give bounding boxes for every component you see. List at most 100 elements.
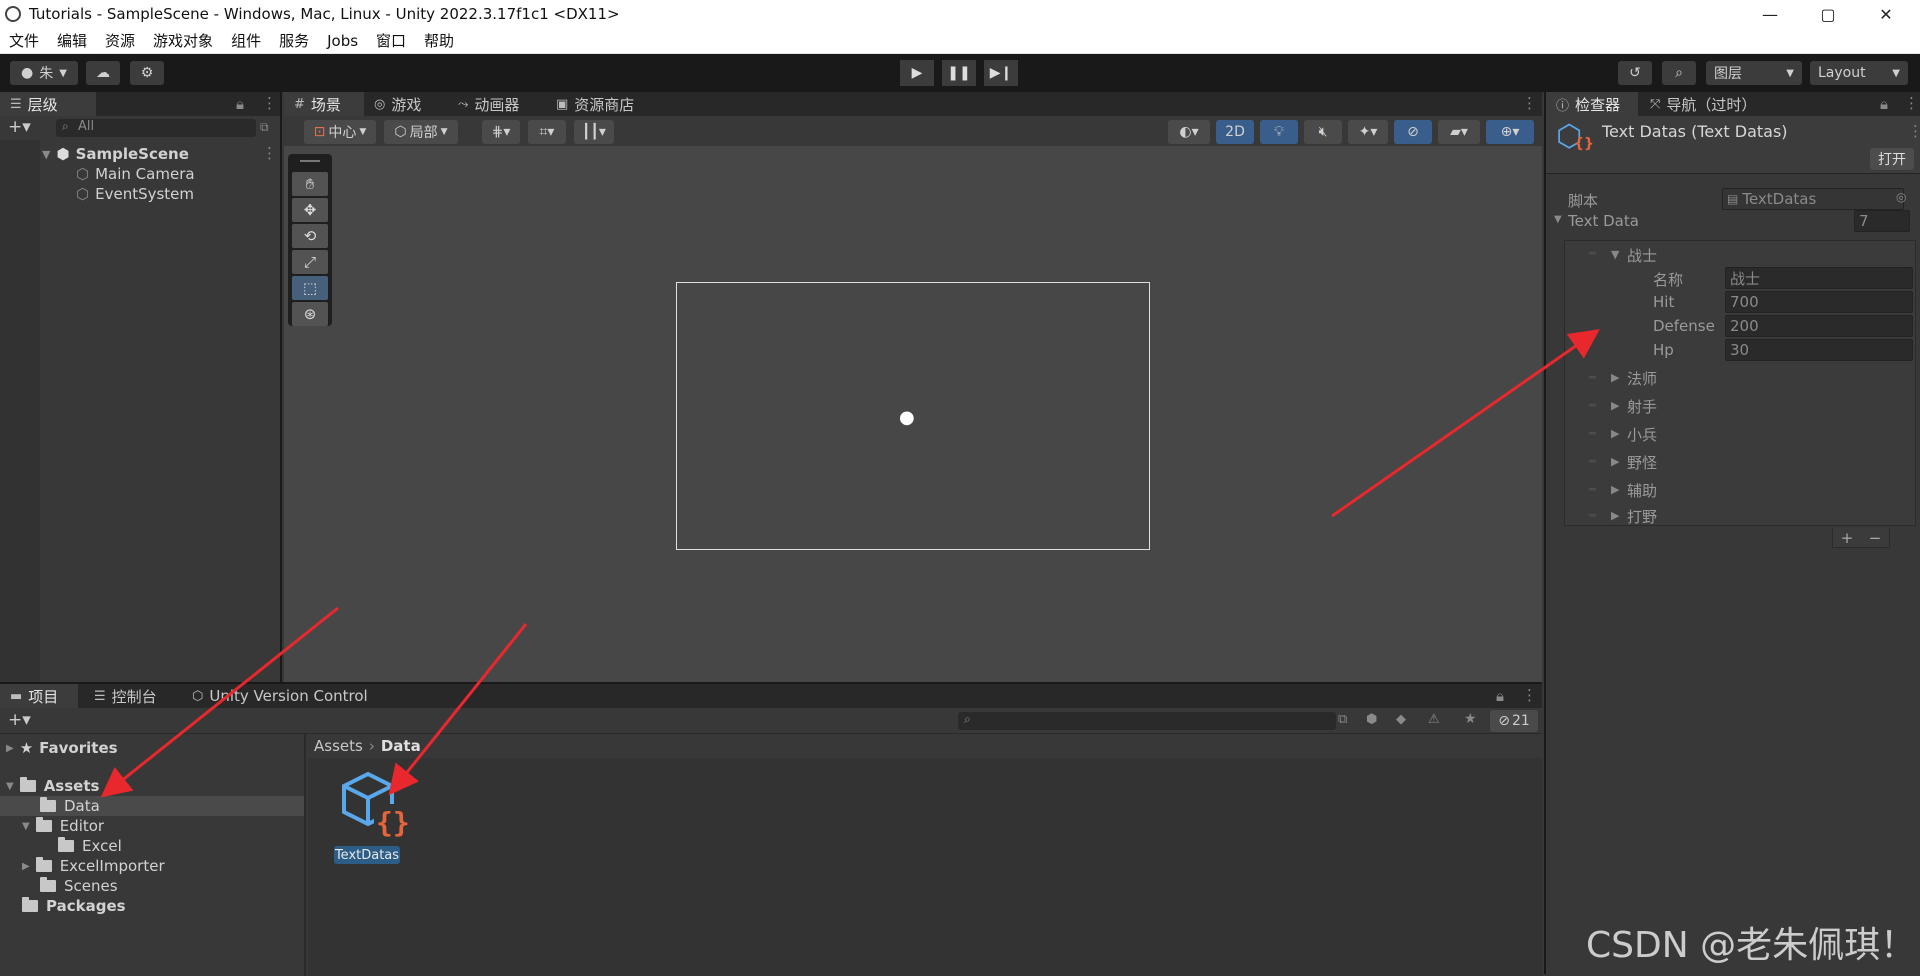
increment-snap-button[interactable]: ⌗▾ [528,120,566,144]
step-button[interactable]: ▶❙ [984,60,1018,86]
rotate-tool-button[interactable]: ⟲ [292,224,328,248]
toggle-2d-button[interactable]: 2D [1216,120,1254,144]
open-button[interactable]: 打开 [1870,148,1914,170]
scene-more-icon[interactable]: ⋮ [262,144,277,162]
list-item[interactable]: ═ ▶ 法师 [1565,365,1915,389]
effects-button[interactable]: ✦▾ [1348,120,1388,144]
cloud-button[interactable]: ☁ [86,61,120,85]
tab-project[interactable]: ▬ 项目 [0,684,78,708]
lock-icon[interactable]: 🔒︎ [236,95,244,113]
assets-row[interactable]: ▼ Assets [6,776,99,796]
hierarchy-search-input[interactable]: ⌕ All [56,119,256,137]
tab-inspector[interactable]: ⓘ 检查器 [1546,92,1638,116]
camera-gizmo-icon[interactable]: ● [899,407,915,428]
drag-handle-icon[interactable]: ═ [1589,427,1596,440]
lock-icon[interactable]: 🔒︎ [1880,95,1888,113]
list-item[interactable]: ═ ▶ 小兵 [1565,421,1915,445]
move-tool-button[interactable]: ✥ [292,198,328,222]
collapse-arrow-icon[interactable]: ▶ [1611,509,1619,522]
menu-help[interactable]: 帮助 [415,30,463,51]
tab-version-control[interactable]: ⬡ Unity Version Control [182,684,382,708]
menu-component[interactable]: 组件 [222,30,270,51]
layout-dropdown[interactable]: Layout ▼ [1810,61,1908,85]
services-button[interactable]: ⚙ [130,61,164,85]
menu-file[interactable]: 文件 [0,30,48,51]
lock-icon[interactable]: 🔒︎ [1496,687,1504,705]
tab-scene[interactable]: # 场景 [284,92,364,116]
collapse-arrow-icon[interactable]: ▶ [1611,371,1619,384]
maximize-button[interactable]: ▢ [1800,0,1856,28]
shading-mode-button[interactable]: ◐▾ [1168,120,1210,144]
space-dropdown[interactable]: ⬡ 局部 ▼ [384,120,458,144]
warning-icon[interactable]: ⚠ [1428,712,1440,727]
hierarchy-item-main-camera[interactable]: ⬡ Main Camera [76,164,195,184]
remove-element-button[interactable]: − [1869,529,1882,547]
expand-arrow-icon[interactable]: ▼ [1554,214,1562,225]
list-item[interactable]: ═ ▶ 野怪 [1565,449,1915,473]
tab-console[interactable]: ☰ 控制台 [84,684,184,708]
ruler-button[interactable]: ┃┃▾ [574,120,614,144]
more-icon[interactable]: ⋮ [1522,686,1537,704]
layers-dropdown[interactable]: 图层 ▼ [1706,61,1802,85]
gizmos-button[interactable]: ⊕▾ [1486,120,1534,144]
hidden-packages-toggle[interactable]: ⊘ 21 [1490,710,1538,732]
drag-handle-icon[interactable]: ═ [1589,399,1596,412]
asset-item-textdatas[interactable]: {} TextDatas [326,766,410,864]
list-item[interactable]: ═ ▶ 射手 [1565,393,1915,417]
minimize-button[interactable]: — [1742,0,1798,28]
transform-tool-button[interactable]: ⊛ [292,302,328,326]
packages-row[interactable]: Packages [22,896,126,916]
breadcrumb-assets[interactable]: Assets [314,737,363,755]
add-element-button[interactable]: + [1841,529,1854,547]
tab-navigation[interactable]: ⤧ 导航（过时） [1640,92,1780,116]
more-icon[interactable]: ⋮ [1908,122,1920,140]
menu-gameobject[interactable]: 游戏对象 [144,30,222,51]
search-filter-icon[interactable]: ⧉ [260,120,269,135]
tree-item-data[interactable]: Data [40,796,100,816]
hit-field[interactable]: 700 [1725,291,1913,313]
favorite-star-icon[interactable]: ★ [1464,711,1477,727]
tree-item-editor[interactable]: ▼ Editor [22,816,104,836]
search-by-type-icon[interactable]: ⧉ [1338,712,1347,727]
rect-tool-button[interactable]: ⬚ [292,276,328,300]
more-icon[interactable]: ⋮ [1904,94,1919,112]
collapse-arrow-icon[interactable]: ▶ [1611,399,1619,412]
pivot-dropdown[interactable]: ⊡ 中心 ▼ [304,120,376,144]
tab-game[interactable]: ◎ 游戏 [364,92,448,116]
more-icon[interactable]: ⋮ [1522,94,1537,112]
list-item[interactable]: ═ ▶ 辅助 [1565,477,1915,501]
lighting-toggle-button[interactable]: 💡︎ [1260,120,1298,144]
account-button[interactable]: ● 朱 ▼ [10,61,78,85]
name-field[interactable]: 战士 [1725,267,1913,289]
grid-snapping-button[interactable]: ⋕▾ [482,120,520,144]
audio-toggle-button[interactable]: 🔇︎ [1304,120,1342,144]
tree-item-excel-importer[interactable]: ▶ ExcelImporter [22,856,165,876]
hp-field[interactable]: 30 [1725,339,1913,361]
scale-tool-button[interactable]: ⤢ [292,250,328,274]
add-icon[interactable]: +▾ [8,117,31,137]
scene-visibility-button[interactable]: ⊘ [1394,120,1432,144]
menu-edit[interactable]: 编辑 [48,30,96,51]
tree-item-excel[interactable]: Excel [58,836,122,856]
list-item[interactable]: ═ ▶ 打野 [1565,503,1915,527]
label-tag-icon[interactable]: ◆ [1396,712,1406,727]
tab-animator[interactable]: ⤳ 动画器 [448,92,544,116]
collapse-arrow-icon[interactable]: ▶ [1611,455,1619,468]
drag-handle-icon[interactable]: ═ [1589,371,1596,384]
menu-jobs[interactable]: Jobs [318,32,367,50]
expand-arrow-icon[interactable]: ▼ [1611,248,1619,261]
project-search-input[interactable]: ⌕ [958,712,1336,730]
menu-window[interactable]: 窗口 [367,30,415,51]
tree-item-scenes[interactable]: Scenes [40,876,118,896]
object-picker-icon[interactable]: ◎ [1896,190,1906,204]
more-icon[interactable]: ⋮ [262,94,277,112]
drag-handle[interactable] [300,160,320,162]
create-icon[interactable]: +▾ [8,710,31,730]
history-button[interactable]: ↺ [1618,61,1652,85]
search-button[interactable]: ⌕ [1662,61,1696,85]
drag-handle-icon[interactable]: ═ [1589,455,1596,468]
camera-settings-button[interactable]: ▰▾ [1438,120,1480,144]
hand-tool-button[interactable]: ✋︎ [292,172,328,196]
hierarchy-item-event-system[interactable]: ⬡ EventSystem [76,184,194,204]
defense-field[interactable]: 200 [1725,315,1913,337]
